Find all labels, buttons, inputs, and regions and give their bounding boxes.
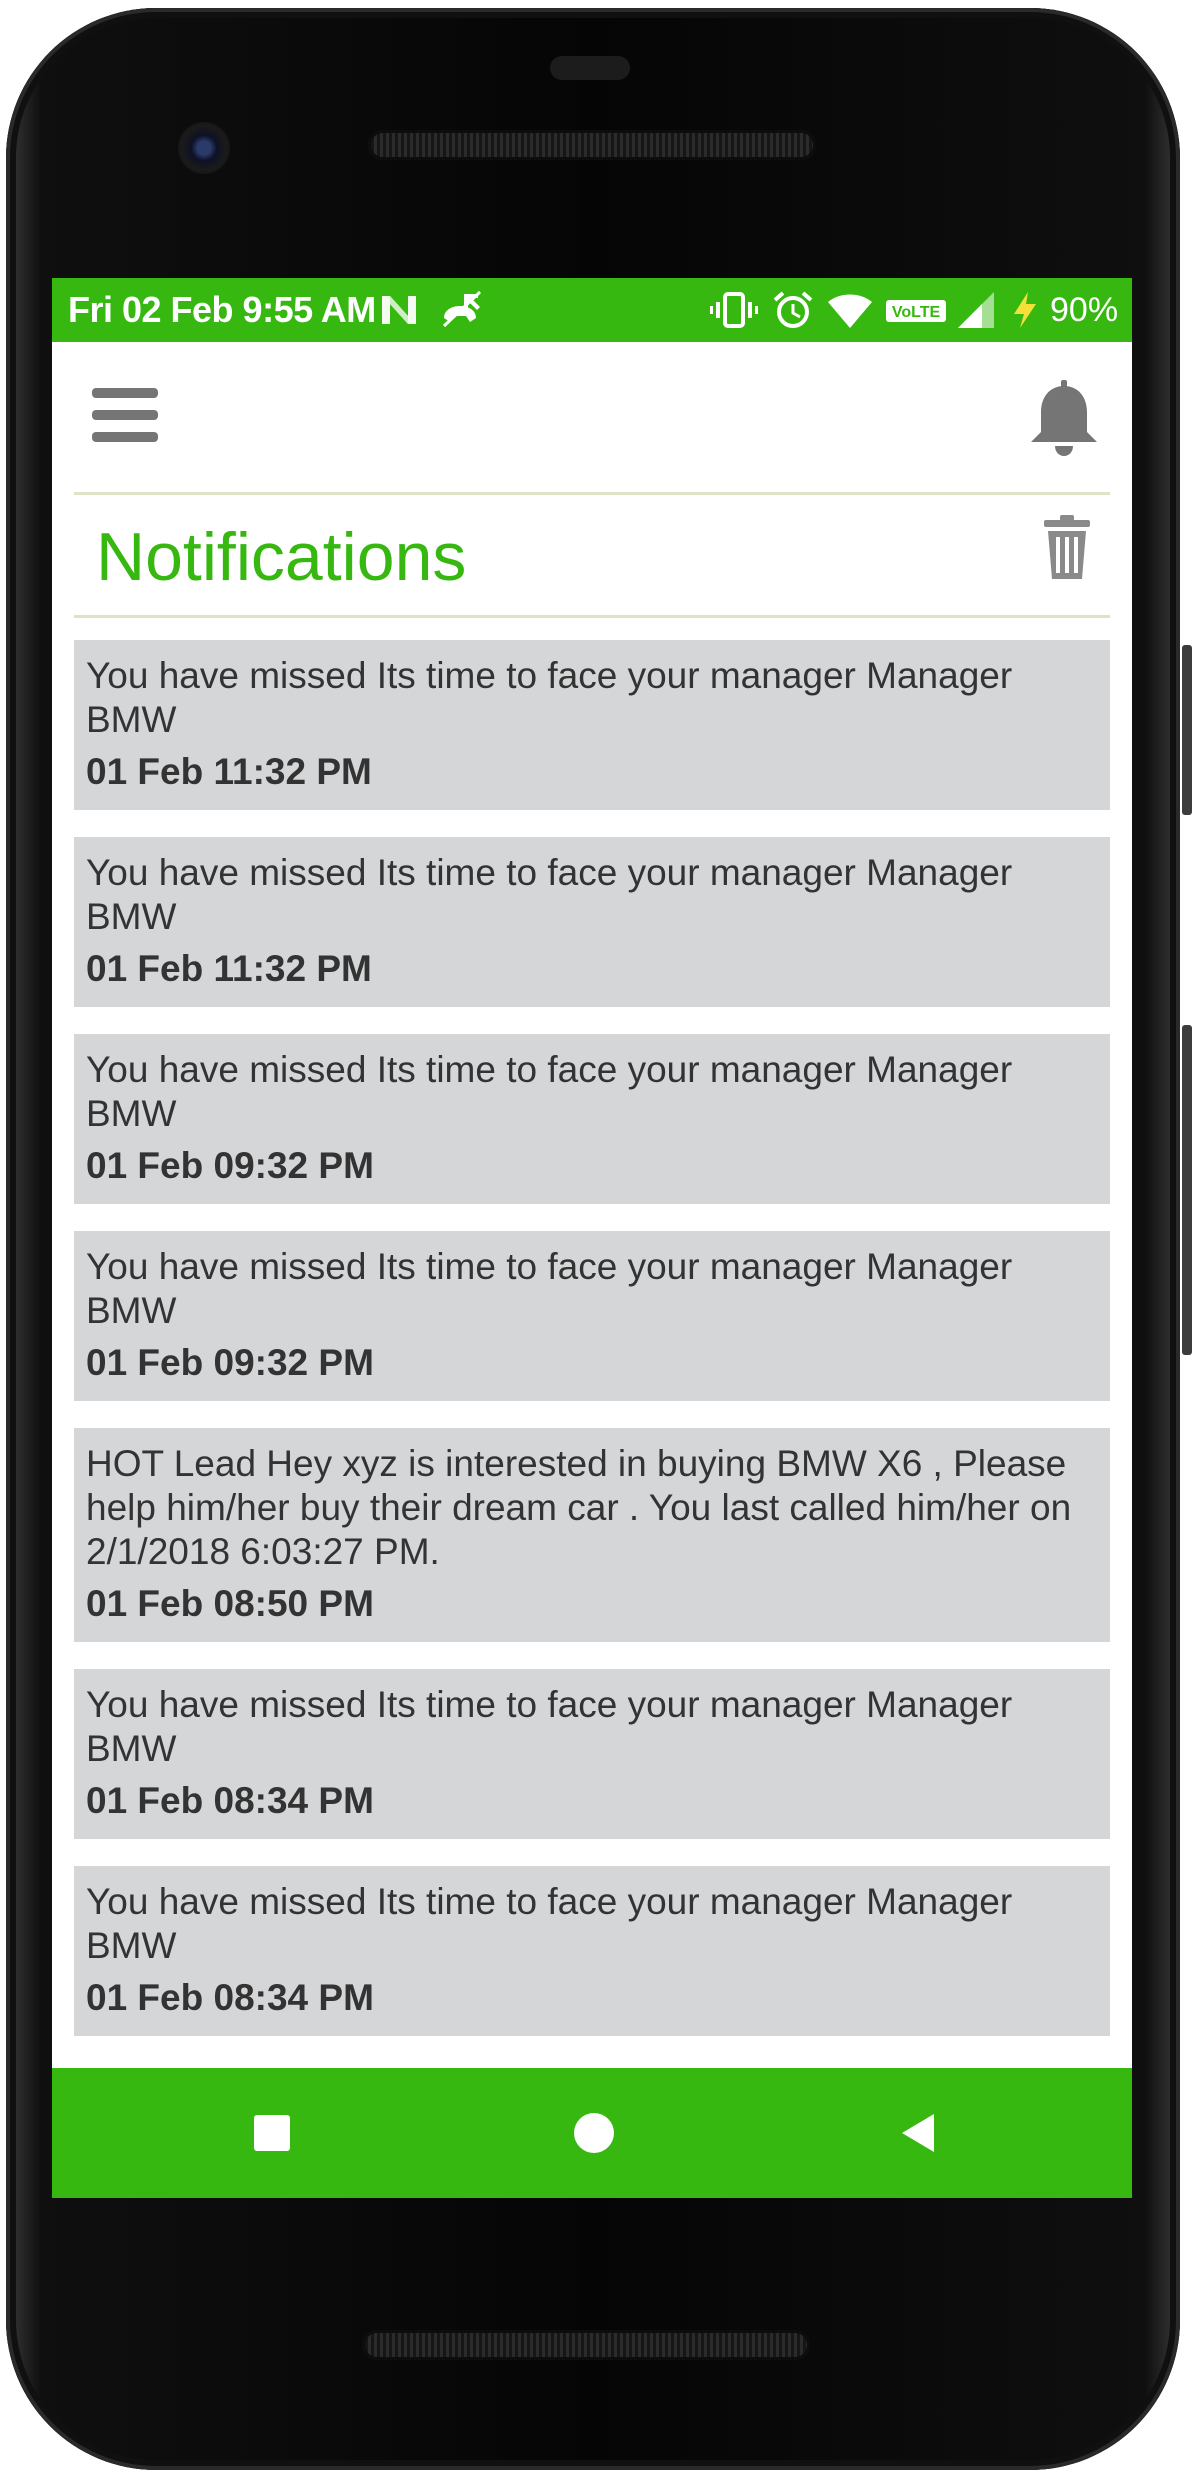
notification-item[interactable]: You have missed Its time to face your ma…: [74, 1669, 1110, 1839]
title-divider: [74, 615, 1110, 618]
trash-icon[interactable]: [1044, 515, 1090, 579]
volte-label: VoLTE: [892, 304, 941, 321]
bell-icon[interactable]: [1027, 380, 1101, 456]
page-title: Notifications: [96, 519, 467, 595]
app-bar: [52, 342, 1132, 492]
back-triangle-icon[interactable]: [888, 2103, 948, 2163]
navigation-bar: [52, 2068, 1132, 2198]
notification-time: 01 Feb 08:34 PM: [86, 1780, 374, 1821]
charging-icon: [1014, 292, 1036, 328]
notification-item[interactable]: You have missed Its time to face your ma…: [74, 640, 1110, 810]
notification-message: You have missed Its time to face your ma…: [86, 1684, 1013, 1769]
volume-button: [1182, 1025, 1192, 1355]
status-bar: Fri 02 Feb 9:55 AM VoLTE 90%: [52, 278, 1132, 342]
notification-item[interactable]: You have missed Its time to face your ma…: [74, 837, 1110, 1007]
notification-time: 01 Feb 09:32 PM: [86, 1145, 374, 1186]
signal-icon: [958, 292, 994, 328]
notification-item[interactable]: You have missed Its time to face your ma…: [74, 1034, 1110, 1204]
notification-time: 01 Feb 08:34 PM: [86, 1977, 374, 2018]
recents-square-icon[interactable]: [242, 2103, 302, 2163]
status-time: Fri 02 Feb 9:55 AM: [68, 289, 376, 330]
notification-message: You have missed Its time to face your ma…: [86, 1049, 1013, 1134]
alarm-icon: [773, 291, 813, 328]
screen: Fri 02 Feb 9:55 AM VoLTE 90% Notificatio…: [52, 278, 1132, 2198]
notification-time: 01 Feb 09:32 PM: [86, 1342, 374, 1383]
wifi-icon: [828, 294, 872, 328]
power-button: [1182, 645, 1192, 815]
notification-time: 01 Feb 11:32 PM: [86, 751, 372, 792]
front-camera: [178, 122, 230, 174]
notification-item[interactable]: You have missed Its time to face your ma…: [74, 1231, 1110, 1401]
hamburger-menu-icon[interactable]: [92, 384, 158, 446]
title-row: Notifications: [52, 495, 1132, 615]
notification-item[interactable]: You have missed Its time to face your ma…: [74, 1866, 1110, 2036]
home-circle-icon[interactable]: [564, 2103, 624, 2163]
notification-message: HOT Lead Hey xyz is interested in buying…: [86, 1443, 1072, 1572]
notification-message: You have missed Its time to face your ma…: [86, 1881, 1013, 1966]
bottom-speaker: [362, 2330, 810, 2360]
notification-message: You have missed Its time to face your ma…: [86, 852, 1013, 937]
battery-percentage: 90%: [1050, 291, 1119, 329]
sensor-slot: [550, 56, 630, 80]
notification-message: You have missed Its time to face your ma…: [86, 1246, 1013, 1331]
missed-call-icon: [442, 290, 482, 328]
phone-frame: Fri 02 Feb 9:55 AM VoLTE 90% Notificatio…: [0, 0, 1194, 2480]
earpiece-speaker: [368, 130, 816, 160]
notification-time: 01 Feb 08:50 PM: [86, 1583, 374, 1624]
n-notification-icon: [382, 296, 416, 324]
notification-message: You have missed Its time to face your ma…: [86, 655, 1013, 740]
notification-time: 01 Feb 11:32 PM: [86, 948, 372, 989]
volte-icon: VoLTE: [886, 300, 946, 322]
vibrate-icon: [710, 292, 758, 328]
notification-item[interactable]: HOT Lead Hey xyz is interested in buying…: [74, 1428, 1110, 1642]
